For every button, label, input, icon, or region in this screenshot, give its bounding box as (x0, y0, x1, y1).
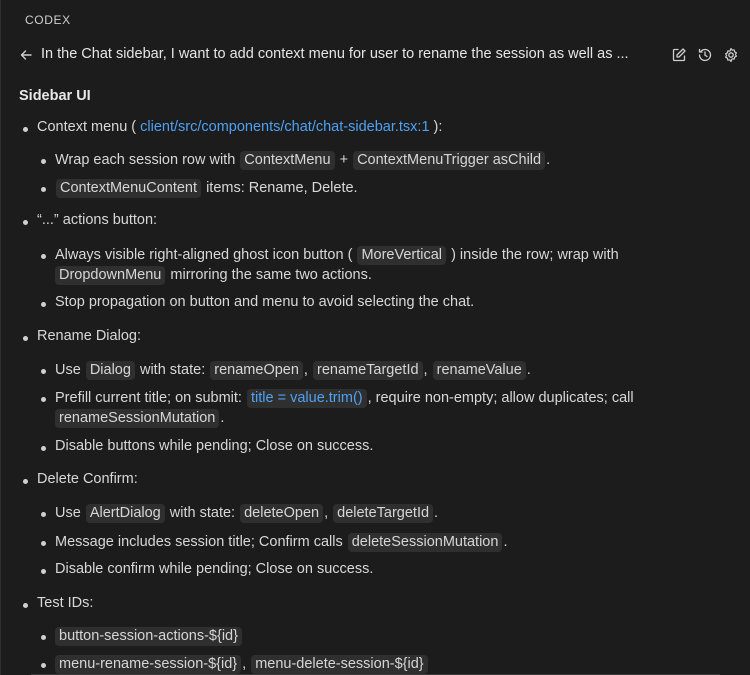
panel-title: CODEX (25, 13, 71, 27)
codex-panel: CODEX In the Chat sidebar, I want to add… (0, 0, 750, 675)
list-item: Always visible right-aligned ghost icon … (55, 246, 619, 265)
edit-icon (672, 48, 686, 62)
bullet (41, 569, 46, 574)
item-text: . (220, 410, 225, 426)
list-item: Disable buttons while pending; Close on … (55, 438, 374, 454)
bullet (23, 603, 28, 608)
bullet (41, 663, 46, 668)
list-item-test-ids: Test IDs: (37, 595, 94, 611)
bullet (41, 397, 46, 402)
bullet (41, 369, 46, 374)
history-icon (698, 48, 712, 62)
inline-code: ContextMenu (240, 151, 335, 170)
inline-code: ContextMenuContent (56, 179, 202, 198)
item-text: Message includes session title; Confirm … (55, 534, 343, 550)
list-item: Use Dialog with state: renameOpen, renam… (55, 361, 531, 380)
item-text: Prefill current title; on submit: (55, 390, 242, 406)
bullet (23, 336, 28, 341)
inline-code: ContextMenuTrigger asChild (353, 151, 546, 170)
bullet (41, 541, 46, 546)
bullet (41, 635, 46, 640)
inline-code: Dialog (85, 361, 135, 380)
item-text: . (434, 505, 439, 521)
list-item: Wrap each session row with ContextMenu +… (55, 151, 550, 170)
list-item: Prefill current title; on submit: title … (55, 389, 634, 408)
inline-code: renameSessionMutation (55, 409, 220, 428)
item-text: , (324, 505, 329, 521)
item-text: + (339, 152, 349, 168)
thread-title[interactable]: In the Chat sidebar, I want to add conte… (41, 46, 649, 62)
item-label: ): (433, 119, 443, 135)
item-text: Use (55, 362, 81, 378)
list-item-rename-dialog: Rename Dialog: (37, 328, 141, 344)
item-text: . (526, 362, 531, 378)
item-text: , (423, 362, 428, 378)
list-item: Use AlertDialog with state: deleteOpen, … (55, 504, 438, 523)
list-item: button-session-actions-${id} (55, 627, 243, 646)
arrow-left-icon[interactable] (18, 47, 34, 63)
bullet (41, 159, 46, 164)
list-item-continuation: DropdownMenu mirroring the same two acti… (55, 266, 372, 285)
settings-button[interactable] (722, 46, 740, 64)
item-text: items: Rename, Delete. (206, 180, 358, 196)
inline-code: renameOpen (210, 361, 303, 380)
list-item: Disable confirm while pending; Close on … (55, 561, 374, 577)
item-text: , (303, 362, 308, 378)
item-label: Context menu ( (37, 119, 137, 135)
thread-header: In the Chat sidebar, I want to add conte… (1, 42, 750, 70)
bullet (41, 512, 46, 517)
list-item: Message includes session title; Confirm … (55, 533, 507, 552)
inline-code: renameTargetId (312, 361, 423, 380)
item-text: with state: (169, 505, 236, 521)
item-text: with state: (139, 362, 206, 378)
bullet (41, 187, 46, 192)
bullet (23, 220, 28, 225)
inline-code: MoreVertical (357, 246, 447, 265)
inline-code: title = value.trim() (247, 389, 367, 408)
inline-code: menu-rename-session-${id} (55, 655, 242, 674)
item-text: ) inside the row; wrap with (451, 247, 619, 263)
inline-code: AlertDialog (85, 504, 165, 523)
inline-code: DropdownMenu (55, 266, 166, 285)
gear-icon (725, 47, 737, 63)
list-item: Stop propagation on button and menu to a… (55, 294, 475, 310)
inline-code: button-session-actions-${id} (55, 627, 242, 646)
inline-code: deleteTargetId (333, 504, 434, 523)
bullet (41, 446, 46, 451)
history-button[interactable] (696, 46, 714, 64)
list-item: menu-rename-session-${id}, menu-delete-s… (55, 655, 429, 674)
list-item-context-menu: Context menu ( client/src/components/cha… (37, 119, 442, 135)
item-text: . (503, 534, 508, 550)
item-text: Use (55, 505, 81, 521)
bullet (41, 254, 46, 259)
list-item: ContextMenuContent items: Rename, Delete… (55, 179, 358, 198)
bullet (41, 302, 46, 307)
inline-code: menu-delete-session-${id} (251, 655, 428, 674)
item-text: , (242, 656, 247, 672)
bullet (23, 479, 28, 484)
list-item-delete-confirm: Delete Confirm: (37, 471, 138, 487)
file-link[interactable]: client/src/components/chat/chat-sidebar.… (140, 119, 429, 135)
message-content: Sidebar UI Context menu ( client/src/com… (1, 78, 750, 675)
item-text: Wrap each session row with (55, 152, 236, 168)
inline-code: deleteSessionMutation (347, 533, 503, 552)
edit-button[interactable] (670, 46, 688, 64)
list-item-actions-button: “...” actions button: (37, 212, 158, 228)
inline-code: deleteOpen (240, 504, 324, 523)
inline-code: renameValue (432, 361, 526, 380)
item-text: , require non-empty; allow duplicates; c… (367, 390, 634, 406)
bullet (23, 127, 28, 132)
section-heading: Sidebar UI (19, 88, 91, 104)
item-text: Always visible right-aligned ghost icon … (55, 247, 353, 263)
item-text: mirroring the same two actions. (170, 267, 372, 283)
list-item-continuation: renameSessionMutation. (55, 409, 224, 428)
item-text: . (546, 152, 551, 168)
